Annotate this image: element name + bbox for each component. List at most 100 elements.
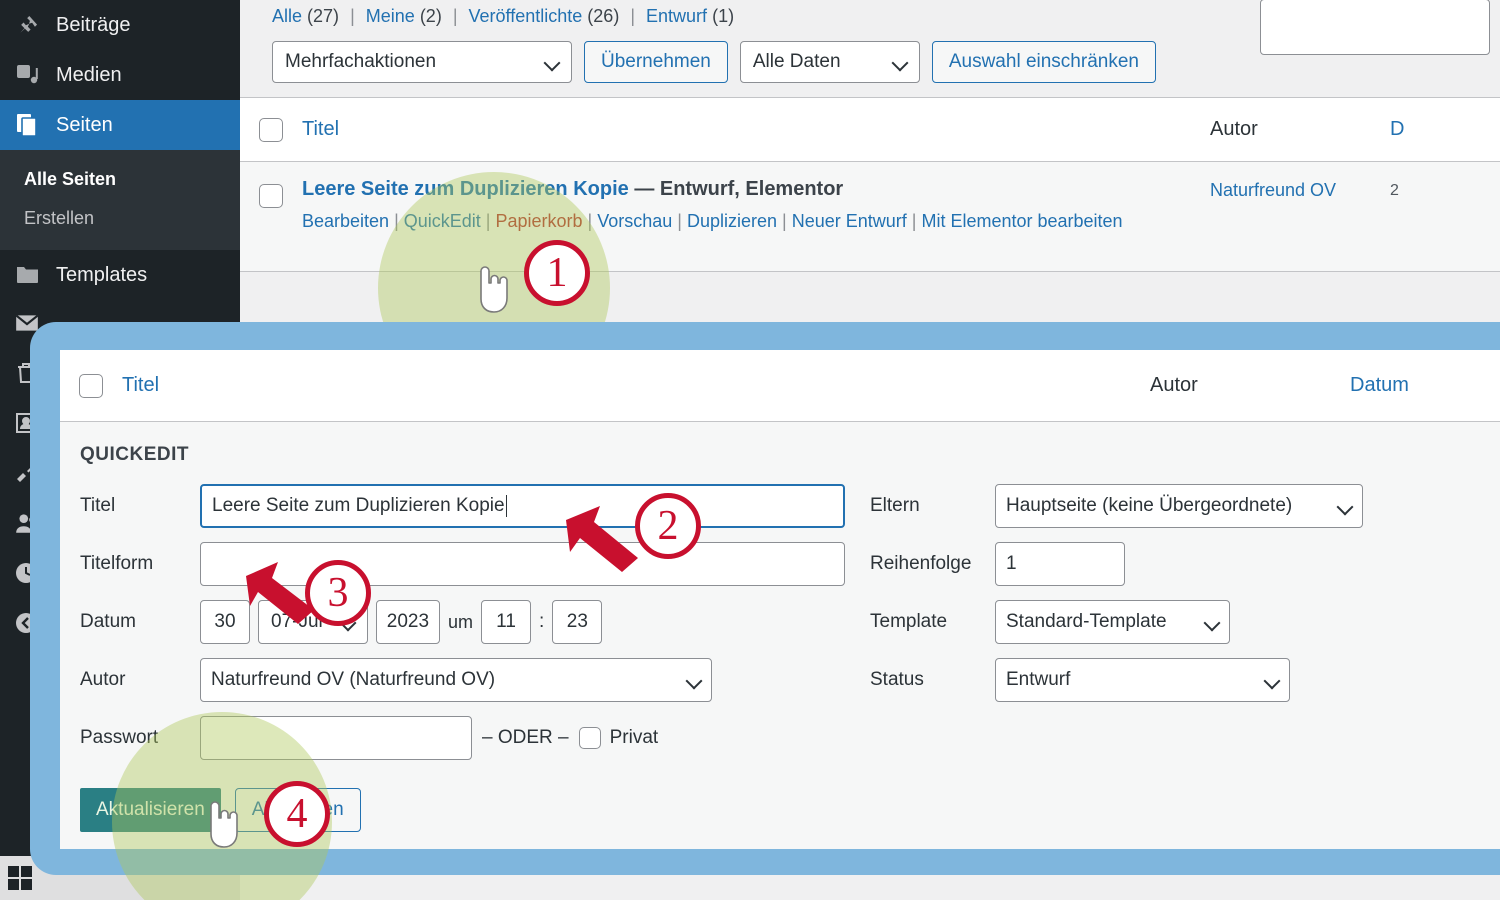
quickedit-body: QUICKEDIT Titel Leere Seite zum Duplizie… bbox=[60, 422, 1500, 849]
quickedit-legend: QUICKEDIT bbox=[80, 444, 189, 465]
template-value: Standard-Template bbox=[1006, 611, 1167, 632]
qe-column-header-title[interactable]: Titel bbox=[122, 374, 1150, 397]
chevron-down-icon bbox=[545, 55, 559, 69]
sidebar-item-templates[interactable]: Templates bbox=[0, 250, 240, 300]
windows-start-icon[interactable] bbox=[8, 866, 32, 890]
sidebar-item-label: Beiträge bbox=[56, 13, 131, 36]
qe-select-all-cell bbox=[60, 373, 122, 398]
annotation-marker-2: 2 bbox=[635, 493, 701, 559]
select-all-checkbox[interactable] bbox=[259, 117, 283, 142]
row-datum-cell: 2 bbox=[1390, 182, 1399, 199]
template-label: Template bbox=[870, 611, 948, 632]
filter-count: (2) bbox=[419, 6, 442, 26]
row-checkbox[interactable] bbox=[259, 184, 283, 208]
qe-column-header-autor[interactable]: Autor bbox=[1150, 374, 1350, 397]
field-row-datum: Datum 30 07-Jul 2023 um 11 : bbox=[80, 600, 870, 644]
titel-input-value: Leere Seite zum Duplizieren Kopie bbox=[212, 495, 505, 516]
filter-link-entwurf[interactable]: Entwurf bbox=[646, 6, 707, 26]
field-row-titel: Titel Leere Seite zum Duplizieren Kopie bbox=[80, 484, 870, 528]
quickedit-columns: Titel Leere Seite zum Duplizieren Kopie … bbox=[60, 484, 1500, 774]
year-input[interactable]: 2023 bbox=[375, 600, 441, 644]
filter-separator: | bbox=[350, 6, 355, 26]
privat-checkbox[interactable] bbox=[578, 727, 601, 749]
eltern-select[interactable]: Hauptseite (keine Übergeordnete) bbox=[995, 484, 1363, 528]
status-value: Entwurf bbox=[1006, 669, 1071, 690]
status-select[interactable]: Entwurf bbox=[995, 658, 1290, 702]
row-action-bearbeiten[interactable]: Bearbeiten bbox=[302, 211, 389, 231]
privat-label: Privat bbox=[609, 727, 659, 748]
apply-bulk-button[interactable]: Übernehmen bbox=[584, 41, 728, 83]
time-colon: : bbox=[539, 611, 545, 632]
chevron-down-icon bbox=[893, 55, 907, 69]
row-action-duplizieren[interactable]: Duplizieren bbox=[687, 211, 777, 231]
sidebar-item-beitraege[interactable]: Beiträge bbox=[0, 0, 240, 50]
autor-select[interactable]: Naturfreund OV (Naturfreund OV) bbox=[200, 658, 712, 702]
chevron-down-icon bbox=[687, 673, 701, 687]
table-header-row: Titel Autor D bbox=[240, 98, 1500, 162]
sidebar-item-label: Medien bbox=[56, 63, 122, 86]
filter-link-meine[interactable]: Meine bbox=[366, 6, 415, 26]
bulk-action-select[interactable]: Mehrfachaktionen bbox=[272, 41, 572, 83]
row-action-vorschau[interactable]: Vorschau bbox=[597, 211, 672, 231]
cursor-pointer-icon-1 bbox=[480, 266, 508, 313]
row-action-mit-elementor-bearbeiten[interactable]: Mit Elementor bearbeiten bbox=[921, 211, 1122, 231]
row-action-quickedit[interactable]: QuickEdit bbox=[404, 211, 481, 231]
column-header-title[interactable]: Titel bbox=[302, 118, 1210, 141]
qe-select-all-checkbox[interactable] bbox=[79, 373, 103, 398]
row-state-label: — Entwurf, Elementor bbox=[634, 178, 844, 200]
bulk-action-value: Mehrfachaktionen bbox=[285, 51, 437, 72]
eltern-label: Eltern bbox=[870, 495, 920, 516]
field-row-template: Template Standard-Template bbox=[870, 600, 1390, 644]
qe-column-header-datum[interactable]: Datum bbox=[1350, 374, 1500, 397]
sidebar-item-label: Seiten bbox=[56, 113, 113, 136]
quickedit-left-column: Titel Leere Seite zum Duplizieren Kopie … bbox=[80, 484, 870, 774]
quickedit-header-row: Titel Autor Datum bbox=[60, 350, 1500, 422]
hour-input[interactable]: 11 bbox=[481, 600, 532, 644]
app-root: Beiträge Medien Seiten Alle Seiten Erste… bbox=[0, 0, 1500, 900]
row-title-link[interactable]: Leere Seite zum Duplizieren Kopie bbox=[302, 178, 629, 200]
field-row-titelform: Titelform bbox=[80, 542, 870, 586]
chevron-down-icon bbox=[1338, 499, 1352, 513]
folder-icon bbox=[12, 263, 44, 287]
titel-label: Titel bbox=[80, 495, 116, 516]
column-header-autor[interactable]: Autor bbox=[1210, 118, 1390, 141]
row-autor-cell[interactable]: Naturfreund OV bbox=[1210, 162, 1390, 201]
annotation-marker-1: 1 bbox=[524, 240, 590, 306]
titel-input[interactable]: Leere Seite zum Duplizieren Kopie bbox=[200, 484, 845, 528]
field-row-reihenfolge: Reihenfolge 1 bbox=[870, 542, 1390, 586]
template-select[interactable]: Standard-Template bbox=[995, 600, 1230, 644]
filter-link-alle[interactable]: Alle bbox=[272, 6, 302, 26]
status-label: Status bbox=[870, 669, 924, 690]
sidebar-item-medien[interactable]: Medien bbox=[0, 50, 240, 100]
field-row-eltern: Eltern Hauptseite (keine Übergeordnete) bbox=[870, 484, 1390, 528]
column-header-datum[interactable]: D bbox=[1390, 118, 1500, 141]
field-row-passwort: Passwort – ODER – Privat bbox=[80, 716, 870, 760]
date-filter-value: Alle Daten bbox=[752, 51, 841, 72]
filter-link-veroeffentlichte[interactable]: Veröffentlichte bbox=[469, 6, 583, 26]
annotation-marker-4: 4 bbox=[264, 781, 330, 847]
sidebar-subitem-alle-seiten[interactable]: Alle Seiten bbox=[0, 160, 240, 199]
sidebar-subitem-erstellen[interactable]: Erstellen bbox=[0, 199, 240, 238]
autor-label: Autor bbox=[80, 669, 126, 690]
chevron-down-icon bbox=[1205, 615, 1219, 629]
date-filter-select[interactable]: Alle Daten bbox=[739, 41, 920, 83]
passwort-input[interactable] bbox=[200, 716, 472, 760]
field-row-status: Status Entwurf bbox=[870, 658, 1390, 702]
row-action-neuer-entwurf[interactable]: Neuer Entwurf bbox=[792, 211, 907, 231]
sidebar-submenu: Alle Seiten Erstellen bbox=[0, 150, 240, 250]
reihenfolge-label: Reihenfolge bbox=[870, 553, 972, 574]
passwort-label: Passwort bbox=[80, 727, 159, 748]
row-action-papierkorb[interactable]: Papierkorb bbox=[495, 211, 582, 231]
oder-label: – ODER – bbox=[482, 727, 569, 748]
reihenfolge-input[interactable]: 1 bbox=[995, 542, 1125, 586]
table-row: Leere Seite zum Duplizieren Kopie — Entw… bbox=[240, 162, 1500, 272]
cursor-pointer-icon-4 bbox=[210, 801, 238, 848]
restrict-selection-button[interactable]: Auswahl einschränken bbox=[931, 41, 1156, 83]
field-row-autor: Autor Naturfreund OV (Naturfreund OV) bbox=[80, 658, 870, 702]
minute-input[interactable]: 23 bbox=[552, 600, 603, 644]
select-all-cell bbox=[240, 117, 302, 142]
sidebar-item-seiten[interactable]: Seiten bbox=[0, 100, 252, 150]
search-input[interactable] bbox=[1260, 0, 1490, 55]
filter-count: (26) bbox=[587, 6, 620, 26]
um-label: um bbox=[448, 611, 474, 632]
